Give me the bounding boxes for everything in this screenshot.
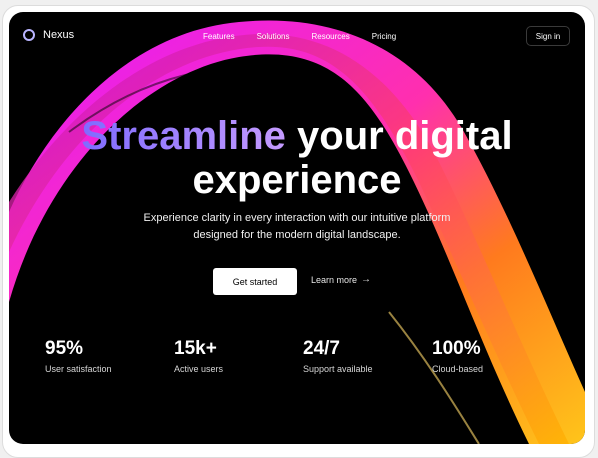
nav-link-solutions[interactable]: Solutions bbox=[257, 32, 290, 41]
stat-item: 24/7 Support available bbox=[303, 338, 373, 374]
stat-item: 100% Cloud-based bbox=[432, 338, 483, 374]
brand-logo[interactable]: Nexus bbox=[23, 29, 74, 41]
stat-item: 95% User satisfaction bbox=[45, 338, 112, 374]
brand-name: Nexus bbox=[43, 29, 75, 41]
stat-value: 15k+ bbox=[174, 338, 217, 359]
top-navigation: Nexus Features Solutions Resources Prici… bbox=[9, 12, 585, 62]
stat-value: 100% bbox=[432, 338, 481, 359]
headline-rest: your digital bbox=[285, 114, 513, 158]
ring-logo-icon bbox=[23, 29, 35, 41]
hero-subtitle: Experience clarity in every interaction … bbox=[9, 210, 585, 244]
nav-link-pricing[interactable]: Pricing bbox=[372, 32, 396, 41]
get-started-button[interactable]: Get started bbox=[213, 268, 297, 295]
learn-more-label: Learn more bbox=[311, 274, 358, 285]
subtitle-line2: designed for the modern digital landscap… bbox=[193, 229, 401, 241]
subtitle-line1: Experience clarity in every interaction … bbox=[143, 212, 451, 224]
headline-accent: Streamline bbox=[81, 114, 286, 158]
stat-item: 15k+ Active users bbox=[174, 338, 223, 374]
headline-line2: experience bbox=[192, 158, 402, 202]
hero-section: Nexus Features Solutions Resources Prici… bbox=[9, 12, 585, 444]
stat-label: Cloud-based bbox=[432, 364, 484, 374]
nav-links: Features Solutions Resources Pricing bbox=[203, 32, 418, 41]
arrow-right-icon: → bbox=[361, 274, 372, 285]
stat-label: User satisfaction bbox=[45, 364, 112, 374]
sign-in-button[interactable]: Sign in bbox=[526, 26, 570, 46]
stat-label: Active users bbox=[174, 364, 224, 374]
stat-value: 24/7 bbox=[303, 338, 340, 359]
stat-label: Support available bbox=[303, 364, 373, 374]
stats-row: 95% User satisfaction 15k+ Active users … bbox=[45, 338, 585, 398]
stat-value: 95% bbox=[45, 338, 84, 359]
nav-link-features[interactable]: Features bbox=[203, 32, 235, 41]
learn-more-link[interactable]: Learn more → bbox=[311, 274, 371, 285]
hero-headline: Streamline your digital experience bbox=[9, 114, 585, 202]
nav-link-resources[interactable]: Resources bbox=[312, 32, 350, 41]
